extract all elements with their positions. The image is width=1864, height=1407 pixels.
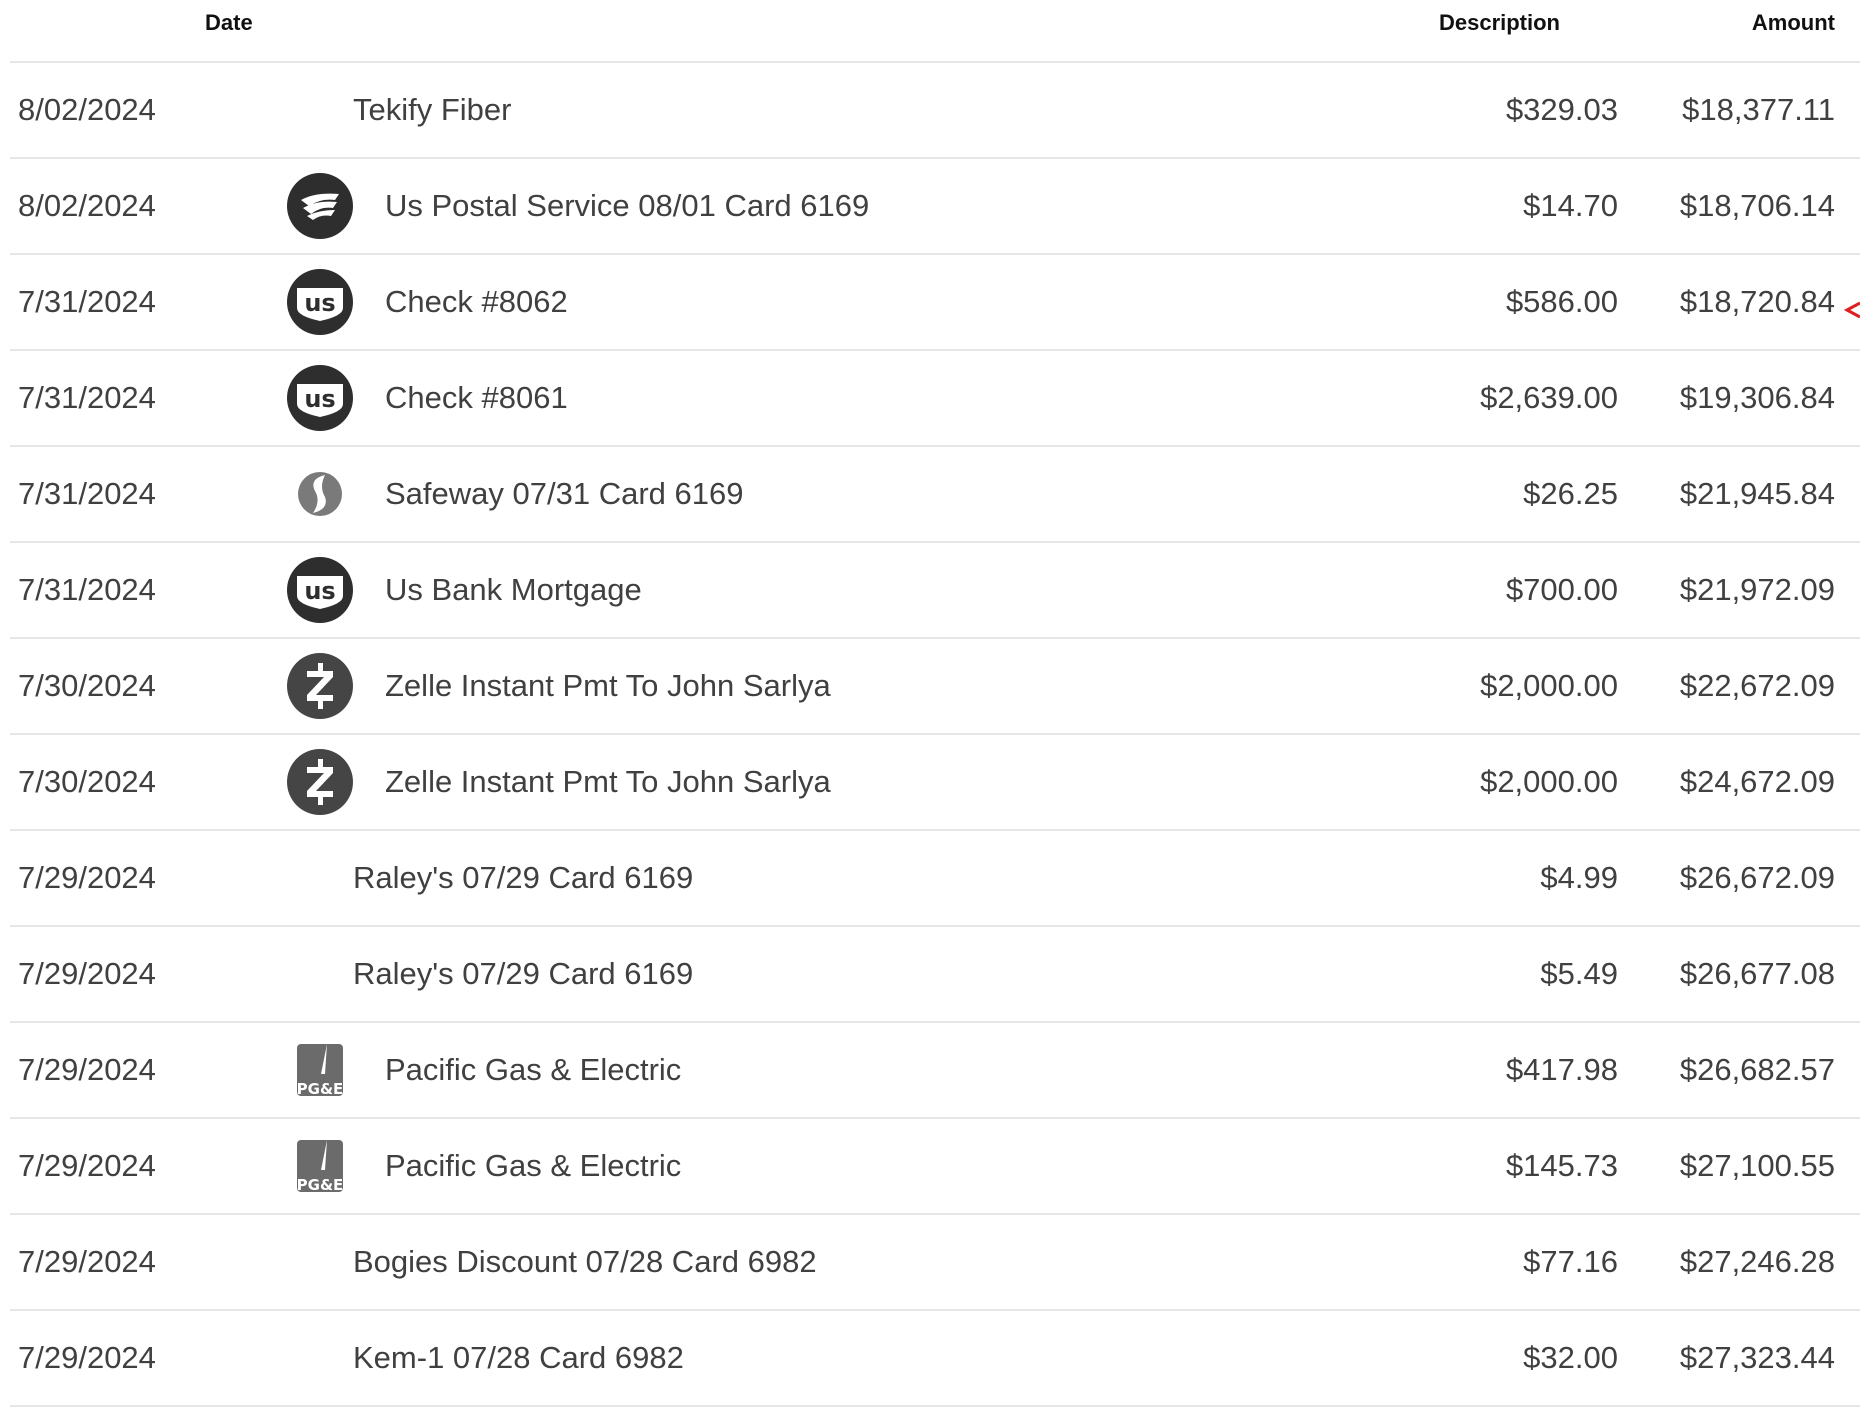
transaction-balance: $26,677.08 [1679,956,1835,991]
svg-text:us: us [304,577,335,605]
table-row[interactable]: 7/29/2024 Raley's 07/29 Card 6169 $5.49 $26… [10,927,1860,1023]
transaction-date: 7/29/2024 [18,1148,156,1183]
transaction-balance: $18,377.11 [1682,92,1835,127]
transaction-description[interactable]: Check #8061 [385,380,568,416]
usps-eagle-icon [287,173,353,239]
transaction-date: 7/31/2024 [18,476,156,511]
transaction-amount: $700.00 [1505,572,1618,607]
transaction-amount: $5.49 [1540,956,1618,991]
transaction-amount: $2,000.00 [1480,668,1618,703]
svg-text:PG&E: PG&E [297,1080,344,1098]
pge-icon: PG&E [287,1037,353,1103]
svg-text:us: us [304,385,335,413]
transaction-description[interactable]: Us Bank Mortgage [385,572,642,608]
transaction-description[interactable]: Pacific Gas & Electric [385,1148,681,1184]
us-bank-icon: us [287,365,353,431]
table-row[interactable]: 8/02/2024 Tekify Fiber $329.03 $18,377.11 [10,63,1860,159]
transaction-amount: $2,639.00 [1480,380,1618,415]
transaction-amount: $145.73 [1505,1148,1618,1183]
transaction-date: 7/30/2024 [18,668,156,703]
table-row[interactable]: 7/31/2024 us Check #8062 $586.00 $18,720.84 [10,255,1861,351]
transaction-amount: $4.99 [1540,860,1618,895]
table-row[interactable]: 7/29/2024 Raley's 07/29 Card 6169 $4.99 $26… [10,831,1860,927]
transaction-amount: $77.16 [1523,1244,1618,1279]
transaction-date: 7/31/2024 [18,380,156,415]
table-row[interactable]: 7/30/2024 Zelle Instant Pmt To John Sarly… [10,639,1860,735]
us-bank-icon: us [287,557,353,623]
transaction-description[interactable]: Zelle Instant Pmt To John Sarlya [385,668,831,704]
transaction-date: 7/31/2024 [18,284,156,319]
transaction-description[interactable]: Zelle Instant Pmt To John Sarlya [385,764,831,800]
pge-icon: PG&E [287,1133,353,1199]
transaction-description[interactable]: Pacific Gas & Electric [385,1052,681,1088]
red-arrow-icon [1843,292,1861,319]
table-row[interactable]: 7/31/2024 us Us Bank Mortgage $700.00 $21,97… [10,543,1860,639]
transaction-date: 7/29/2024 [18,1244,156,1279]
transaction-balance: $19,306.84 [1679,380,1835,415]
us-bank-icon: us [287,269,353,335]
transaction-description[interactable]: Safeway 07/31 Card 6169 [385,476,743,512]
transaction-amount: $329.03 [1505,92,1618,127]
transaction-balance: $21,972.09 [1679,572,1835,607]
svg-text:us: us [304,289,335,317]
transaction-description[interactable]: Check #8062 [385,284,568,320]
transaction-description[interactable]: Us Postal Service 08/01 Card 6169 [385,188,869,224]
transaction-description[interactable]: Bogies Discount 07/28 Card 6982 [353,1244,817,1280]
transaction-amount: $417.98 [1505,1052,1618,1087]
transaction-balance: $22,672.09 [1679,668,1835,703]
table-row[interactable]: 7/29/2024 PG&E Pacific Gas & Electric $145.… [10,1119,1860,1215]
zelle-icon [287,749,353,815]
transaction-date: 7/31/2024 [18,572,156,607]
transaction-date: 7/30/2024 [18,764,156,799]
table-row[interactable]: 7/31/2024 Safeway 07/31 Card 6169 $26.25 $2… [10,447,1860,543]
table-row[interactable]: 7/29/2024 PG&E Pacific Gas & Electric $417.… [10,1023,1860,1119]
transaction-balance: $21,945.84 [1679,476,1835,511]
transaction-date: 7/29/2024 [18,1340,156,1375]
table-header: Date Description Amount [10,0,1860,63]
safeway-icon [287,461,353,527]
transaction-date: 7/29/2024 [18,956,156,991]
transactions-table: Date Description Amount 8/02/2024 Tekify … [10,0,1861,1407]
transaction-amount: $586.00 [1505,284,1618,319]
table-row[interactable]: 8/02/2024 Us Postal Service 08/01 Card 61… [10,159,1860,255]
transaction-description[interactable]: Kem-1 07/28 Card 6982 [353,1340,684,1376]
transaction-amount: $26.25 [1523,476,1618,511]
transaction-balance: $27,323.44 [1679,1340,1835,1375]
transaction-balance: $27,100.55 [1679,1148,1835,1183]
table-row[interactable]: 7/31/2024 us Check #8061 $2,639.00 $19,306.8… [10,351,1860,447]
column-header-amount[interactable]: Amount [1752,10,1835,36]
transaction-date: 8/02/2024 [18,92,156,127]
svg-text:PG&E: PG&E [297,1176,344,1194]
transaction-amount: $32.00 [1523,1340,1618,1375]
transaction-date: 7/29/2024 [18,1052,156,1087]
transaction-description[interactable]: Tekify Fiber [353,92,511,128]
transaction-description[interactable]: Raley's 07/29 Card 6169 [353,860,693,896]
transaction-rows: 8/02/2024 Tekify Fiber $329.03 $18,377.11 8/… [10,63,1861,1407]
column-header-date[interactable]: Date [205,10,253,36]
transaction-date: 8/02/2024 [18,188,156,223]
transaction-balance: $26,672.09 [1679,860,1835,895]
zelle-icon [287,653,353,719]
transaction-date: 7/29/2024 [18,860,156,895]
transaction-amount: $2,000.00 [1480,764,1618,799]
table-row[interactable]: 7/29/2024 Bogies Discount 07/28 Card 6982… [10,1215,1860,1311]
transaction-balance: $18,706.14 [1679,188,1835,223]
table-row[interactable]: 7/29/2024 Kem-1 07/28 Card 6982 $32.00 $27,… [10,1311,1860,1407]
transaction-balance: $27,246.28 [1679,1244,1835,1279]
transaction-amount: $14.70 [1523,188,1618,223]
transaction-description[interactable]: Raley's 07/29 Card 6169 [353,956,693,992]
transaction-balance: $24,672.09 [1679,764,1835,799]
table-row[interactable]: 7/30/2024 Zelle Instant Pmt To John Sarly… [10,735,1860,831]
transaction-balance: $18,720.84 [1679,284,1835,319]
column-header-description[interactable]: Description [1439,10,1560,36]
transaction-balance: $26,682.57 [1679,1052,1835,1087]
